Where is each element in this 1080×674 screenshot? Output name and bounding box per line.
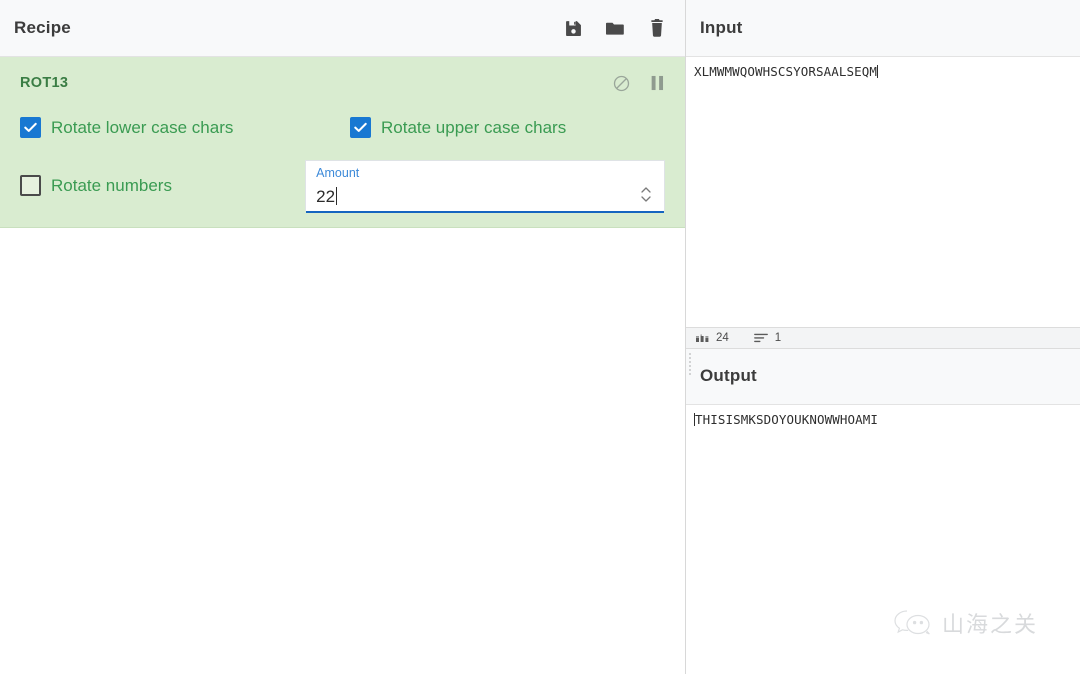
folder-icon [606,22,624,35]
pause-icon [651,75,663,91]
arg-amount-value: 22 [316,187,336,206]
save-recipe-button[interactable] [563,17,583,39]
operation-title: ROT13 [20,75,69,91]
arg-rotate-lower[interactable]: Rotate lower case chars [20,117,350,138]
clear-recipe-button[interactable] [647,17,667,39]
input-length-stat: 24 [696,332,729,344]
arg-amount-value-row: 22 [314,181,654,208]
input-title: Input [700,18,743,37]
disable-operation-icon[interactable] [611,73,631,93]
output-title-bar: Output [686,348,1080,405]
operation-list: ROT13 Rotate lower case chars Rotate upp… [0,57,685,674]
output-textarea[interactable]: THISISMKSDOYOUKNOWWHOAMI [686,404,1080,674]
recipe-title: Recipe [14,18,71,37]
text-caret [336,187,338,205]
checkbox-rotate-numbers[interactable] [20,175,41,196]
arg-rotate-numbers-cell: Rotate numbers [20,175,305,196]
checkbox-rotate-lower[interactable] [20,117,41,138]
floppy-disk-icon [565,20,581,36]
arg-rotate-numbers-label: Rotate numbers [51,175,172,195]
arg-amount-label: Amount [316,166,360,180]
set-breakpoint-icon[interactable] [647,73,667,93]
lines-icon [753,333,768,343]
operation-header: ROT13 [0,57,685,103]
input-value: XLMWMWQOWHSCSYORSAALSEQM [694,64,878,79]
arg-rotate-numbers[interactable]: Rotate numbers [20,175,305,196]
input-textarea[interactable]: XLMWMWQOWHSCSYORSAALSEQM [686,57,1080,327]
input-caret [877,65,879,78]
input-lines-value: 1 [774,331,782,344]
output-value: THISISMKSDOYOUKNOWWHOAMI [695,411,879,427]
input-status-bar: 24 1 [686,326,1080,349]
arg-amount-field[interactable]: Amount 22 [305,160,665,213]
output-drag-handle[interactable] [688,352,692,375]
arg-rotate-upper-label: Rotate upper case chars [381,117,567,137]
arg-rotate-upper[interactable]: Rotate upper case chars [350,117,566,138]
input-title-bar: Input [686,0,1080,57]
check-icon [24,122,37,132]
operation-controls [611,73,667,93]
check-icon [354,122,367,132]
abc-icon [696,334,709,342]
output-title: Output [700,366,757,385]
operation-arg-checkboxes: Rotate lower case chars Rotate upper cas… [0,117,685,138]
load-recipe-button[interactable] [605,17,625,39]
arg-amount-stepper[interactable] [638,181,654,207]
operation-arg-amount-row: Rotate numbers Amount 22 [0,160,685,213]
chevron-down-icon[interactable] [641,195,651,202]
io-pane: Input XLMWMWQOWHSCSYORSAALSEQM 24 1 Outp… [686,0,1080,674]
circle-slash-icon [613,75,629,91]
recipe-title-bar: Recipe [0,0,685,57]
checkbox-rotate-upper[interactable] [350,117,371,138]
arg-amount-input[interactable]: 22 [314,186,638,208]
chevron-up-icon[interactable] [641,186,651,193]
input-text-line: XLMWMWQOWHSCSYORSAALSEQM [694,63,1072,81]
input-length-value: 24 [716,331,729,344]
input-lines-stat: 1 [753,331,782,344]
operation-rot13[interactable]: ROT13 Rotate lower case chars Rotate upp… [0,57,685,228]
recipe-toolbar [563,17,667,39]
recipe-pane: Recipe ROT13 Rotate lower case chars Rot… [0,0,686,674]
cyberchef-app: Recipe ROT13 Rotate lower case chars Rot… [0,0,1080,674]
output-text-line: THISISMKSDOYOUKNOWWHOAMI [694,411,1072,429]
trash-icon [651,19,663,37]
arg-rotate-lower-label: Rotate lower case chars [51,117,234,137]
